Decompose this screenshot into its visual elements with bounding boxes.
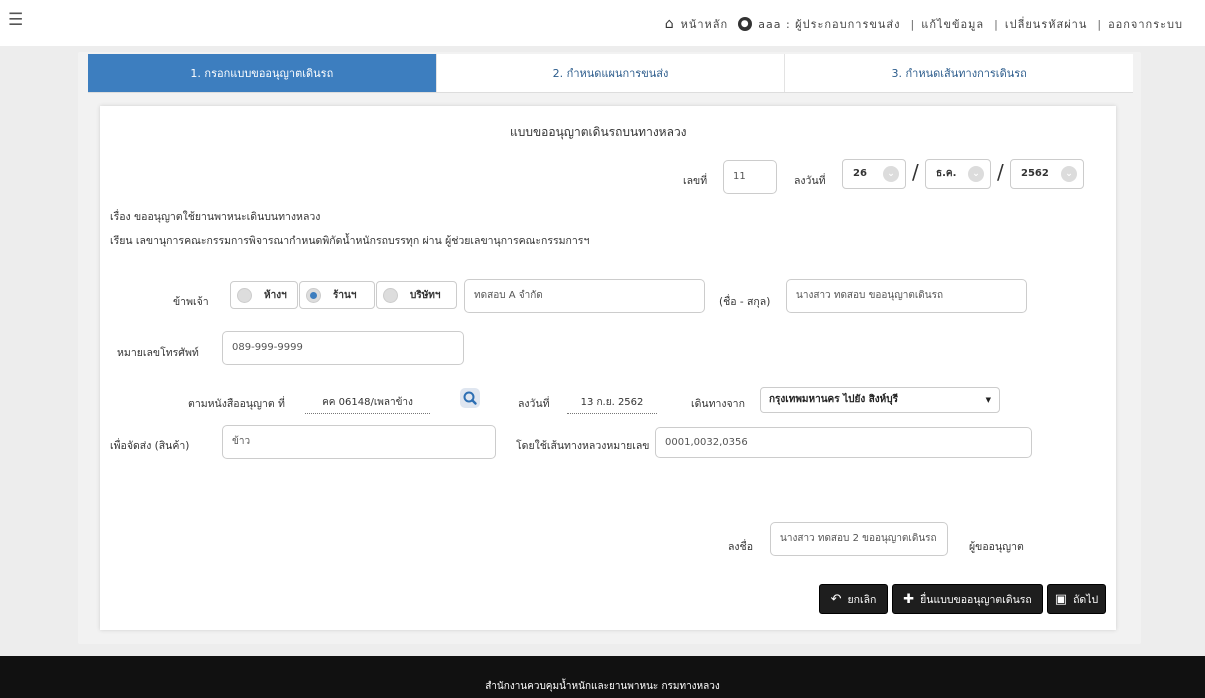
plus-icon: ✚	[903, 591, 915, 607]
nav-user-label: aaa : ผู้ประกอบการขนส่ง	[758, 18, 901, 31]
permit-date-value: 13 ก.ย. 2562	[567, 395, 657, 414]
radio-company[interactable]: บริษัทฯ	[376, 281, 457, 309]
nav-separator: |	[994, 17, 999, 31]
sign-label: ลงชื่อ	[728, 541, 753, 553]
hamburger-menu-icon[interactable]: ☰	[8, 10, 23, 30]
next-icon: ▣	[1054, 591, 1068, 607]
name-label: (ชื่อ - สกุล)	[719, 296, 771, 308]
radio-circle	[237, 287, 252, 303]
nav-change-password[interactable]: เปลี่ยนรหัสผ่าน	[1005, 15, 1087, 33]
day-value: 26	[853, 168, 867, 179]
submit-button-label: ยื่นแบบขออนุญาตเดินรถ	[920, 593, 1032, 606]
chevron-down-icon: ⌄	[968, 166, 984, 182]
nav-home-label: หน้าหลัก	[680, 18, 729, 31]
cancel-button[interactable]: ↶ ยกเลิก	[819, 584, 888, 614]
footer-text: สำนักงานควบคุมน้ำหนักและยานพาหนะ กรมทางห…	[485, 681, 720, 692]
route-numbers-field[interactable]: 0001,0032,0356	[655, 427, 1032, 458]
date-label: ลงวันที่	[794, 175, 826, 187]
phone-label: หมายเลขโทรศัพท์	[117, 347, 199, 359]
nav-separator: |	[910, 17, 916, 31]
form-title: แบบขออนุญาตเดินรถบนทางหลวง	[510, 125, 687, 139]
footer: สำนักงานควบคุมน้ำหนักและยานพาหนะ กรมทางห…	[0, 656, 1205, 698]
nav-separator: |	[1097, 17, 1103, 31]
permit-number-value: คค 06148/เพลาข้าง	[305, 395, 430, 414]
next-button[interactable]: ▣ ถัดไป	[1047, 584, 1106, 614]
search-icon	[463, 391, 477, 405]
radio-circle	[383, 287, 398, 303]
next-button-label: ถัดไป	[1073, 593, 1099, 606]
step-route[interactable]: 3. กำหนดเส้นทางการเดินรถ	[784, 54, 1133, 92]
origin-label: เดินทางจาก	[691, 398, 745, 410]
goods-field[interactable]: ข้าว	[222, 425, 496, 459]
permit-label: ตามหนังสืออนุญาต ที่	[188, 398, 285, 410]
user-icon: ●	[738, 17, 753, 31]
recipient-text: เรียน เลขานุการคณะกรรมการพิจารณากำหนดพิก…	[110, 235, 590, 247]
date-separator: /	[997, 160, 1004, 184]
undo-icon: ↶	[830, 591, 842, 607]
year-value: 2562	[1021, 168, 1049, 179]
subject-text: เรื่อง ขออนุญาตใช้ยานพาหนะเดินบนทางหลวง	[110, 211, 321, 223]
step-fill-form[interactable]: 1. กรอกแบบขออนุญาตเดินรถ	[88, 54, 436, 92]
step-transport-plan[interactable]: 2. กำหนดแผนการขนส่ง	[435, 54, 785, 92]
home-icon: ⌂	[664, 16, 675, 32]
month-value: ธ.ค.	[936, 168, 957, 179]
nav-home[interactable]: ⌂ หน้าหลัก	[665, 15, 729, 33]
nav-user[interactable]: ● aaa : ผู้ประกอบการขนส่ง	[738, 15, 900, 33]
phone-field[interactable]: 089-999-9999	[222, 331, 464, 365]
radio-partnership-label: ห้างฯ	[264, 289, 287, 301]
company-name-field[interactable]: ทดสอบ A จำกัด	[464, 279, 705, 313]
applicant-label: ข้าพเจ้า	[173, 296, 209, 308]
number-field[interactable]: 11	[723, 160, 777, 194]
route-label: โดยใช้เส้นทางหลวงหมายเลข	[516, 440, 650, 452]
top-bar: ☰ ⌂ หน้าหลัก ● aaa : ผู้ประกอบการขนส่ง |…	[0, 0, 1205, 46]
day-select[interactable]: 26 ⌄	[842, 159, 906, 189]
year-select[interactable]: 2562 ⌄	[1010, 159, 1084, 189]
origin-destination-value: กรุงเทพมหานคร ไปยัง สิงห์บุรี	[769, 394, 898, 405]
top-navigation: ⌂ หน้าหลัก ● aaa : ผู้ประกอบการขนส่ง | แ…	[655, 15, 1183, 33]
nav-edit-profile[interactable]: แก้ไขข้อมูล	[921, 15, 984, 33]
submit-permit-button[interactable]: ✚ ยื่นแบบขออนุญาตเดินรถ	[892, 584, 1043, 614]
origin-destination-select[interactable]: กรุงเทพมหานคร ไปยัง สิงห์บุรี ▼	[760, 387, 1000, 413]
goods-label: เพื่อจัดส่ง (สินค้า)	[110, 440, 190, 452]
radio-shop-label: ร้านฯ	[333, 289, 357, 301]
cancel-button-label: ยกเลิก	[847, 593, 877, 606]
permit-date-label: ลงวันที่	[518, 398, 550, 410]
signature-name-field[interactable]: นางสาว ทดสอบ 2 ขออนุญาตเดินรถ	[770, 522, 948, 556]
radio-partnership[interactable]: ห้างฯ	[230, 281, 298, 309]
radio-circle-selected	[306, 287, 321, 303]
nav-logout[interactable]: ออกจากระบบ	[1108, 15, 1183, 33]
caret-down-icon: ▼	[985, 396, 991, 404]
chevron-down-icon: ⌄	[1061, 166, 1077, 182]
month-select[interactable]: ธ.ค. ⌄	[925, 159, 991, 189]
permit-form: แบบขออนุญาตเดินรถบนทางหลวง เลขที่ 11 ลงว…	[100, 106, 1116, 630]
full-name-field[interactable]: นางสาว ทดสอบ ขออนุญาตเดินรถ	[786, 279, 1027, 313]
number-label: เลขที่	[683, 175, 708, 187]
date-separator: /	[912, 160, 919, 184]
search-permit-button[interactable]	[460, 388, 480, 408]
applicant-role-label: ผู้ขออนุญาต	[969, 541, 1024, 553]
wizard-steps: 1. กรอกแบบขออนุญาตเดินรถ 2. กำหนดแผนการข…	[88, 54, 1133, 93]
chevron-down-icon: ⌄	[883, 166, 899, 182]
radio-company-label: บริษัทฯ	[410, 289, 441, 301]
radio-shop[interactable]: ร้านฯ	[299, 281, 375, 309]
